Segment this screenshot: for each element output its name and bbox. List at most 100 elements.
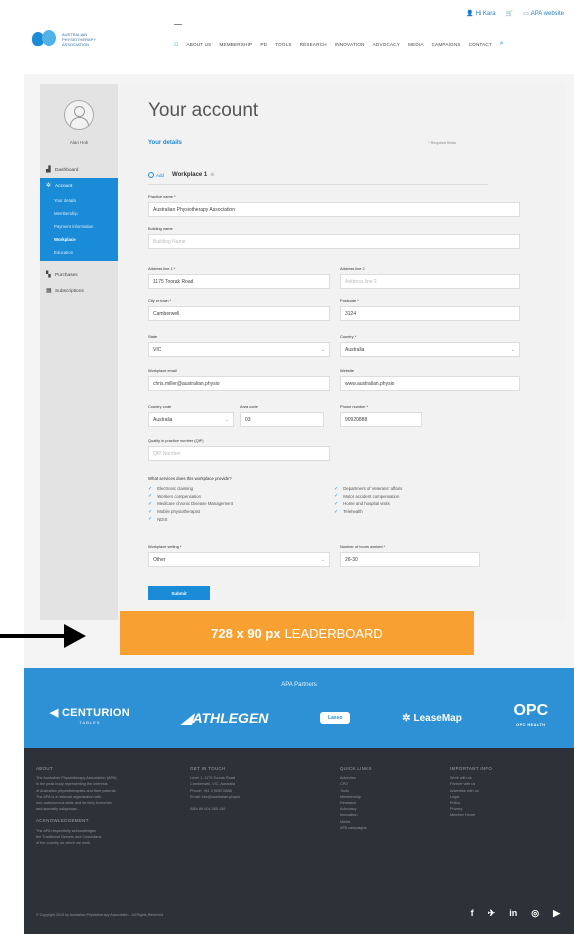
logo-mark-icon <box>32 30 58 48</box>
service-checkbox[interactable]: ✓ Telehealth <box>334 508 520 516</box>
close-icon[interactable]: ⊗ <box>210 172 214 178</box>
phone-input[interactable]: 90920888 <box>340 412 422 427</box>
linkedin-icon[interactable]: in <box>509 908 517 919</box>
service-checkbox[interactable]: ✓ NDIS <box>148 515 334 523</box>
leasemap-logo[interactable]: ✲ LeaseMap <box>402 713 462 724</box>
sidebar-item-membership[interactable]: Membership <box>40 207 118 220</box>
lasso-logo[interactable]: Lasso <box>320 712 351 724</box>
check-icon: ✓ <box>148 508 153 515</box>
check-icon: ✓ <box>148 485 153 492</box>
partners-title: APA Partners <box>281 682 317 688</box>
nav-item[interactable]: TOOLS <box>275 42 292 47</box>
account-sidebar: Alan Hok ▟ Dashboard ✲ Account Your detail… <box>40 84 118 620</box>
nav-item[interactable]: MEMBERSHIP <box>219 42 252 47</box>
sidebar-item-your-details[interactable]: Your details <box>40 194 118 207</box>
nav-item[interactable]: CAMPAIGNS <box>432 42 461 47</box>
hours-field: Number of hours worked * 26-30 <box>340 544 480 567</box>
city-input[interactable]: Camberwell <box>148 306 330 321</box>
footer-link[interactable]: Member Home <box>450 812 560 818</box>
site-header: 👤 Hi Kara 🛒 ▭ APA website AUSTRALIAN PHYSI… <box>24 0 574 74</box>
footer-quick-links: QUICK LINKS Advertise CPD Tools Membersh… <box>340 766 440 831</box>
top-links: 👤 Hi Kara 🛒 ▭ APA website <box>466 10 564 18</box>
sidebar-item-subscriptions[interactable]: ▦ Subscriptions <box>40 283 118 299</box>
footer-about: ABOUT The Australian Physiotherapy Assoc… <box>36 766 117 846</box>
qip-input[interactable]: QIP Number <box>148 446 330 461</box>
nav-item[interactable]: INNOVATION <box>335 42 365 47</box>
login-link[interactable]: 👤 Hi Kara <box>466 10 496 18</box>
building-name-input[interactable]: Building Name <box>148 234 520 249</box>
twitter-icon[interactable]: ✈ <box>488 908 496 919</box>
sidebar-item-education[interactable]: Education <box>40 246 118 259</box>
nav-item[interactable]: ADVOCACY <box>373 42 400 47</box>
cart-icon: 🛒 <box>505 11 514 17</box>
sidebar-item-workplace[interactable]: Workplace <box>40 233 118 246</box>
check-icon: ✓ <box>334 485 339 492</box>
nav-item[interactable]: RESEARCH <box>300 42 327 47</box>
service-checkbox[interactable]: ✓ Motor accident compensation <box>334 493 520 501</box>
nav-item[interactable]: PD <box>260 42 267 47</box>
flag-icon: ▚ <box>46 272 51 278</box>
section-title: Your details <box>148 140 182 146</box>
centurion-logo[interactable]: ◀ CENTURION TABLES <box>50 708 130 727</box>
user-icon: 👤 <box>466 11 474 17</box>
instagram-icon[interactable]: ◎ <box>531 908 539 919</box>
website-input[interactable]: www.australian.physio <box>340 376 520 391</box>
services-left: ✓ Electronic claiming ✓ Workers compensati… <box>148 485 334 523</box>
footer-link[interactable]: APA campaigns <box>340 825 440 831</box>
youtube-icon[interactable]: ▶ <box>553 908 560 919</box>
tab-divider <box>148 184 488 185</box>
service-checkbox[interactable]: ✓ Medicare chronic Disease Management <box>148 500 334 508</box>
opc-logo[interactable]: OPC OPC HEALTH <box>513 703 548 732</box>
country-select[interactable]: Australia ⌄ <box>340 342 520 357</box>
sidebar-item-dashboard[interactable]: ▟ Dashboard <box>40 162 118 178</box>
add-workplace-button[interactable]: Add <box>148 172 164 178</box>
logo-text: AUSTRALIAN PHYSIOTHERAPY ASSOCIATION <box>62 31 96 47</box>
copyright: © Copyright 2019 by Australian Physiothe… <box>36 913 164 917</box>
check-icon: ✓ <box>148 516 153 523</box>
gear-icon: ✲ <box>402 712 411 724</box>
chart-icon: ▟ <box>46 167 51 173</box>
service-checkbox[interactable]: ✓ Mobile physiotherapist <box>148 508 334 516</box>
submit-button[interactable]: Submit <box>148 586 210 600</box>
workplace-tabs: Add Workplace 1 ⊗ <box>148 172 214 178</box>
nav-item[interactable]: ABOUT US <box>186 42 211 47</box>
qip-field: Quality in practice number (QIP) QIP Num… <box>148 438 330 461</box>
service-checkbox[interactable]: ✓ Electronic claiming <box>148 485 334 493</box>
sidebar-item-account[interactable]: ✲ Account <box>40 178 118 194</box>
workplace-setting-select[interactable]: Other ⌄ <box>148 552 330 567</box>
athlegen-logo[interactable]: ◢ATHLEGEN <box>182 710 269 727</box>
country-code-select[interactable]: Australia ⌄ <box>148 412 234 427</box>
service-checkbox[interactable]: ✓ Department of Veterans' affairs <box>334 485 520 493</box>
sidebar-item-purchases[interactable]: ▚ Purchases <box>40 267 118 283</box>
email-input[interactable]: chris.miller@australian.physio <box>148 376 330 391</box>
address2-input[interactable]: Address line 2 <box>340 274 520 289</box>
service-checkbox[interactable]: ✓ Workers compensation <box>148 493 334 501</box>
site-footer: ABOUT The Australian Physiotherapy Assoc… <box>24 748 574 934</box>
hours-input[interactable]: 26-30 <box>340 552 480 567</box>
postcode-input[interactable]: 3124 <box>340 306 520 321</box>
leaderboard-ad[interactable]: 728 x 90 px LEADERBOARD <box>120 611 474 655</box>
service-checkbox[interactable]: ✓ Home and hospital visits <box>334 500 520 508</box>
sidebar-item-payment[interactable]: Payment information <box>40 220 118 233</box>
address1-field: Address line 1 * 1175 Toorak Road <box>148 266 330 289</box>
check-icon: ✓ <box>334 500 339 507</box>
social-links: f ✈ in ◎ ▶ <box>471 908 560 919</box>
nav-item[interactable]: CONTACT <box>469 42 492 47</box>
facebook-icon[interactable]: f <box>471 908 474 919</box>
state-select[interactable]: VIC ⌄ <box>148 342 330 357</box>
monitor-icon: ▭ <box>523 11 529 17</box>
practice-name-input[interactable]: Australian Physiotherapy Association <box>148 202 520 217</box>
tab-workplace-1[interactable]: Workplace 1 ⊗ <box>172 172 214 178</box>
search-icon[interactable]: ⌕ <box>500 40 504 48</box>
nav-item[interactable]: MEDIA <box>408 42 424 47</box>
address2-field: Address line 2 Address line 2 <box>340 266 520 289</box>
building-name-field: Building name Building Name <box>148 226 520 249</box>
sidebar-menu: ▟ Dashboard ✲ Account Your details Members… <box>40 162 118 299</box>
home-icon[interactable]: ⌂ <box>174 41 178 48</box>
cart-link[interactable]: 🛒 <box>506 10 513 17</box>
address1-input[interactable]: 1175 Toorak Road <box>148 274 330 289</box>
check-icon: ✓ <box>148 500 153 507</box>
apa-logo[interactable]: AUSTRALIAN PHYSIOTHERAPY ASSOCIATION <box>32 30 102 48</box>
apa-website-link[interactable]: ▭ APA website <box>523 10 564 18</box>
area-code-input[interactable]: 03 <box>240 412 324 427</box>
